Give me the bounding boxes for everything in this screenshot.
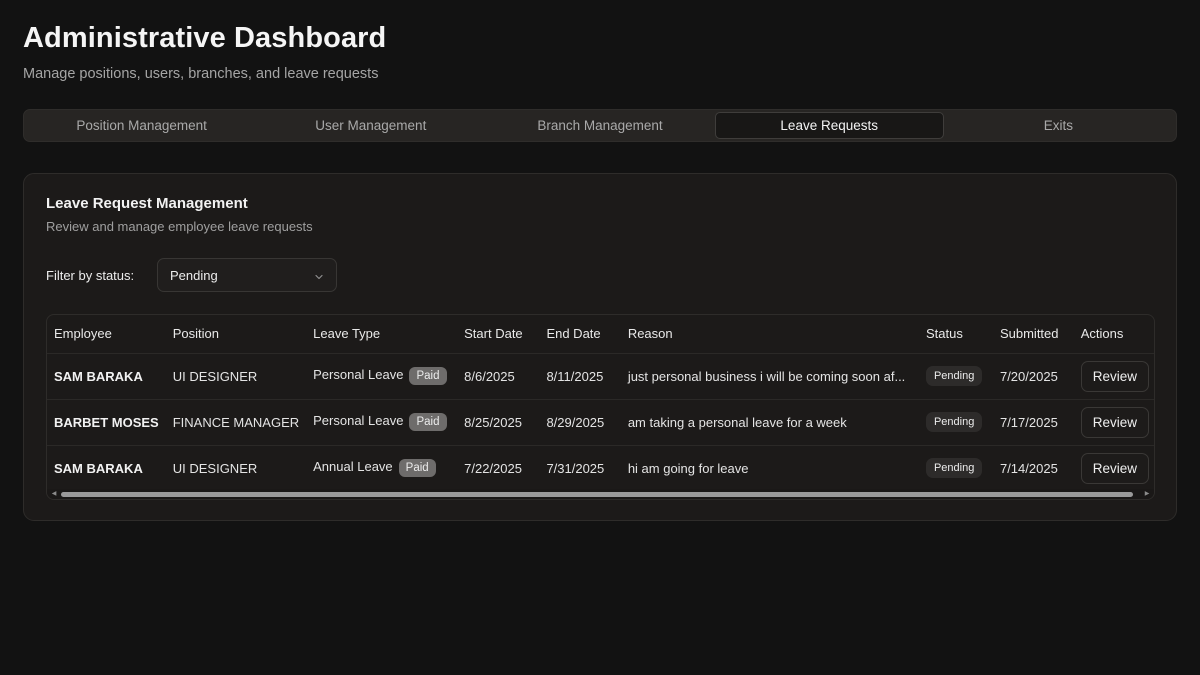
column-header-employee[interactable]: Employee	[47, 315, 166, 354]
page-subtitle: Manage positions, users, branches, and l…	[23, 66, 379, 82]
tab-user-management[interactable]: User Management	[256, 112, 485, 139]
actions-cell: Review	[1074, 445, 1154, 491]
employee-name: SAM BARAKA	[54, 460, 143, 476]
table-row: BARBET MOSES FINANCE MANAGER Personal Le…	[47, 399, 1154, 446]
leave-reason: just personal business i will be coming …	[620, 353, 919, 400]
column-header-end-date[interactable]: End Date	[539, 315, 621, 354]
employee-position: UI DESIGNER	[165, 353, 307, 400]
leave-reason: am taking a personal leave for a week	[620, 399, 919, 446]
column-header-submitted[interactable]: Submitted	[992, 315, 1074, 354]
table-row: SAM BARAKA UI DESIGNER Personal Leave Pai…	[47, 353, 1154, 400]
start-date: 8/25/2025	[457, 399, 540, 446]
leave-type-cell: Annual Leave Paid	[306, 445, 457, 491]
leave-type-cell: Personal Leave Paid	[306, 353, 458, 400]
status-badge: Pending	[925, 458, 983, 479]
paid-badge: Paid	[409, 367, 447, 385]
scroll-left-arrow-icon[interactable]: ◀	[50, 490, 58, 498]
paid-badge: Paid	[409, 413, 447, 431]
column-header-leave-type[interactable]: Leave Type	[306, 315, 458, 354]
card-title: Leave Request Management	[46, 195, 248, 212]
leave-request-card: Leave Request Management Review and mana…	[23, 173, 1177, 521]
scroll-right-arrow-icon[interactable]: ▶	[1143, 490, 1151, 498]
table-header-row: Employee Position Leave Type Start Date …	[47, 315, 1154, 354]
leave-requests-table: Employee Position Leave Type Start Date …	[46, 314, 1155, 500]
paid-badge: Paid	[398, 459, 436, 478]
tab-position-management[interactable]: Position Management	[27, 112, 256, 139]
employee-name: BARBET MOSES	[47, 399, 166, 446]
tab-leave-requests[interactable]: Leave Requests	[714, 112, 944, 139]
submitted-date: 7/17/2025	[992, 399, 1074, 446]
leave-type-cell: Personal Leave Paid	[306, 399, 458, 446]
status-cell: Pending	[919, 445, 993, 491]
horizontal-scrollbar[interactable]: ◀ ▶	[47, 489, 1154, 499]
end-date: 8/29/2025	[539, 399, 621, 446]
review-button[interactable]: Review	[1080, 452, 1149, 484]
review-button[interactable]: Review	[1080, 360, 1149, 392]
start-date: 7/22/2025	[464, 460, 522, 476]
employee-name: SAM BARAKA	[47, 353, 166, 400]
tab-bar: Position Management User Management Bran…	[23, 109, 1177, 142]
status-filter-value: Pending	[170, 267, 218, 283]
tab-branch-management[interactable]: Branch Management	[485, 112, 714, 139]
table-row: SAM BARAKA UI DESIGNER Annual Leave Paid …	[47, 445, 1154, 491]
status-cell: Pending	[918, 399, 993, 446]
employee-position: FINANCE MANAGER	[165, 399, 307, 446]
card-description: Review and manage employee leave request…	[46, 219, 313, 234]
column-header-actions: Actions	[1073, 315, 1154, 354]
page-title: Administrative Dashboard	[23, 22, 387, 54]
actions-cell: Review	[1073, 353, 1154, 400]
actions-cell: Review	[1073, 399, 1154, 446]
status-filter-select[interactable]: Pending	[157, 258, 337, 292]
scrollbar-thumb[interactable]	[61, 492, 1133, 497]
status-badge: Pending	[925, 412, 983, 432]
start-date: 8/6/2025	[457, 353, 540, 400]
column-header-status[interactable]: Status	[918, 315, 993, 354]
filter-label: Filter by status:	[46, 268, 135, 283]
leave-type: Personal Leave	[313, 367, 404, 382]
leave-reason: hi am going for leave	[627, 460, 749, 476]
status-cell: Pending	[918, 353, 993, 400]
chevron-down-icon	[314, 270, 324, 280]
column-header-position[interactable]: Position	[165, 315, 307, 354]
employee-position: UI DESIGNER	[172, 460, 258, 476]
review-button[interactable]: Review	[1080, 406, 1149, 438]
end-date: 7/31/2025	[546, 460, 605, 476]
status-badge: Pending	[925, 366, 983, 386]
end-date: 8/11/2025	[539, 353, 621, 400]
column-header-reason[interactable]: Reason	[620, 315, 919, 354]
tab-exits[interactable]: Exits	[944, 112, 1173, 139]
column-header-start-date[interactable]: Start Date	[457, 315, 540, 354]
leave-type: Annual Leave	[313, 459, 393, 475]
leave-type: Personal Leave	[313, 413, 404, 428]
submitted-date: 7/20/2025	[992, 353, 1074, 400]
submitted-date: 7/14/2025	[999, 460, 1058, 476]
